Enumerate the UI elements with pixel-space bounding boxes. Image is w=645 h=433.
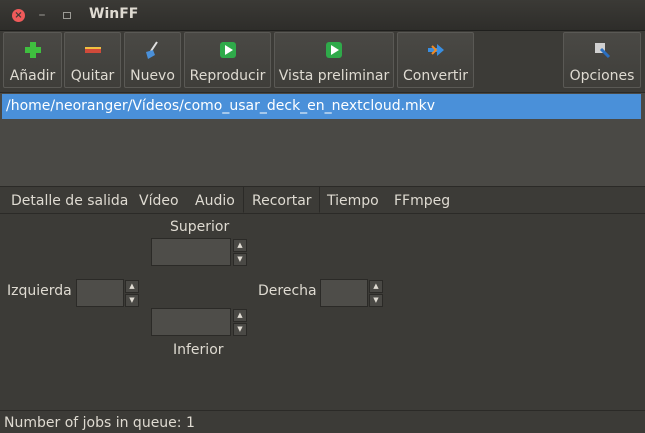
crop-left-input[interactable] [76, 279, 124, 307]
options-button-label: Opciones [569, 68, 635, 84]
crop-bottom-down-arrow-icon[interactable]: ▼ [233, 323, 247, 336]
broom-icon [145, 41, 158, 59]
crop-left-up-arrow-icon[interactable]: ▲ [125, 280, 139, 293]
minimize-window-button[interactable]: – [36, 8, 48, 22]
crop-bottom-input[interactable] [151, 308, 231, 336]
crop-right-down-arrow-icon[interactable]: ▼ [369, 294, 383, 307]
remove-button[interactable]: Quitar [64, 32, 121, 88]
add-button-label: Añadir [9, 68, 56, 84]
window-title: WinFF [89, 6, 139, 22]
file-list-item[interactable]: /home/neoranger/Vídeos/como_usar_deck_en… [2, 94, 641, 119]
crop-right-up-arrow-icon[interactable]: ▲ [369, 280, 383, 293]
play-button-label: Reproducir [189, 68, 266, 84]
play-icon [219, 42, 236, 58]
tab-bar: Detalle de salida Vídeo Audio Recortar T… [0, 186, 645, 214]
minus-icon [84, 47, 101, 53]
crop-top-down-arrow-icon[interactable]: ▼ [233, 253, 247, 266]
crop-panel: Superior ▲ ▼ Izquierda ▲ ▼ Derecha ▲ ▼ ▲… [0, 214, 645, 410]
crop-right-label: Derecha [258, 283, 317, 299]
crop-top-up-arrow-icon[interactable]: ▲ [233, 239, 247, 252]
tab-audio[interactable]: Audio [195, 186, 235, 213]
status-bar: Number of jobs in queue: 1 [0, 410, 645, 433]
convert-arrows-icon [427, 44, 444, 56]
convert-button-label: Convertir [402, 68, 468, 84]
tab-output-details[interactable]: Detalle de salida [11, 186, 128, 213]
preview-button[interactable]: Vista preliminar [274, 32, 394, 88]
preview-icon [326, 42, 342, 58]
crop-right-input[interactable] [320, 279, 368, 307]
new-button-label: Nuevo [130, 68, 175, 84]
tab-ffmpeg[interactable]: FFmpeg [394, 186, 450, 213]
crop-bottom-label: Inferior [173, 342, 224, 358]
remove-button-label: Quitar [70, 68, 115, 84]
tab-crop[interactable]: Recortar [243, 186, 320, 213]
add-button[interactable]: Añadir [3, 32, 62, 88]
convert-button[interactable]: Convertir [397, 32, 474, 88]
crop-top-label: Superior [170, 219, 230, 235]
tab-time[interactable]: Tiempo [327, 186, 379, 213]
options-button[interactable]: Opciones [563, 32, 641, 88]
new-button[interactable]: Nuevo [124, 32, 181, 88]
toolbar: Añadir Quitar Nuevo Reproducir Vista pre… [0, 31, 645, 93]
crop-left-down-arrow-icon[interactable]: ▼ [125, 294, 139, 307]
crop-left-label: Izquierda [7, 283, 72, 299]
play-button[interactable]: Reproducir [184, 32, 271, 88]
queue-status: Number of jobs in queue: 1 [4, 415, 195, 431]
maximize-window-button[interactable] [60, 9, 72, 22]
plus-icon [24, 42, 41, 58]
tools-icon [595, 43, 611, 59]
title-bar: × – WinFF [0, 0, 645, 31]
close-window-button[interactable]: × [12, 9, 25, 22]
file-list[interactable]: /home/neoranger/Vídeos/como_usar_deck_en… [0, 93, 645, 187]
tab-video[interactable]: Vídeo [139, 186, 179, 213]
crop-bottom-up-arrow-icon[interactable]: ▲ [233, 309, 247, 322]
preview-button-label: Vista preliminar [278, 68, 390, 84]
crop-top-input[interactable] [151, 238, 231, 266]
